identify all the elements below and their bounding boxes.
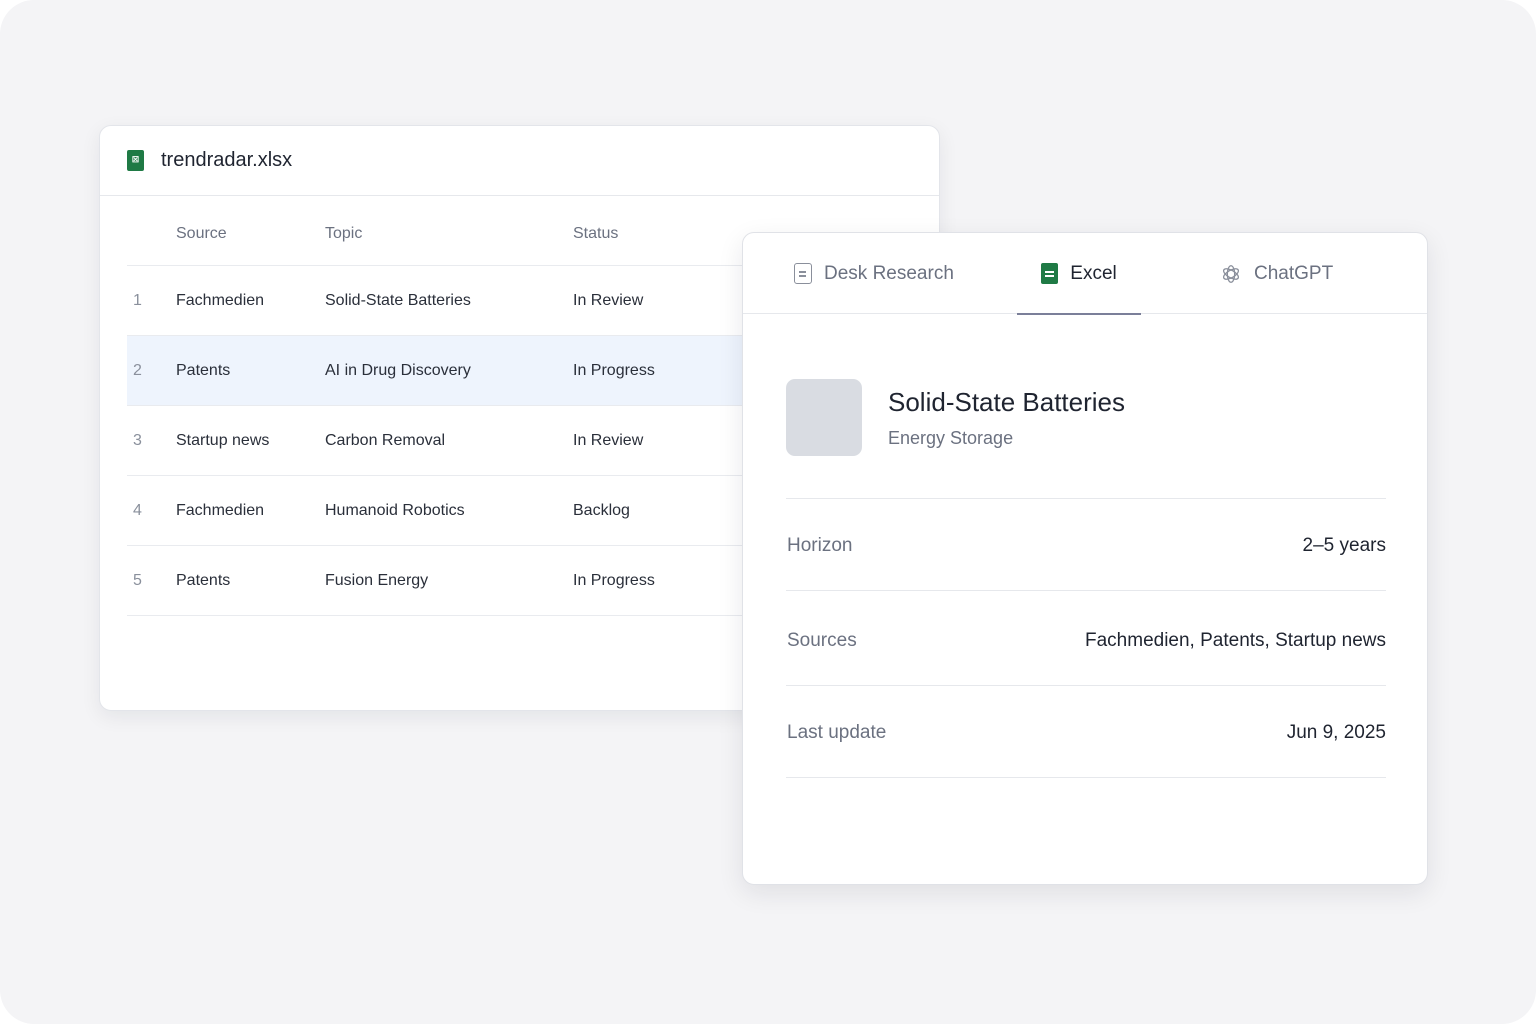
cell-source[interactable]: Startup news [176, 432, 269, 450]
field-label: Sources [787, 630, 857, 651]
tab-label: Desk Research [824, 262, 954, 284]
topic-title: Solid-State Batteries [888, 387, 1126, 417]
tab-label: Excel [1070, 262, 1117, 284]
cell-status[interactable]: In Progress [573, 572, 655, 590]
document-icon [794, 263, 812, 284]
cell-topic[interactable]: Carbon Removal [325, 432, 445, 450]
cell-source[interactable]: Patents [176, 572, 230, 590]
spreadsheet-filename: trendradar.xlsx [161, 149, 293, 171]
topic-summary: Solid-State Batteries Energy Storage [786, 379, 1386, 499]
column-header-topic[interactable]: Topic [325, 225, 362, 243]
cell-topic[interactable]: AI in Drug Discovery [325, 362, 471, 380]
tab-chatgpt[interactable]: ChatGPT [1220, 233, 1333, 314]
tab-excel[interactable]: Excel [1017, 233, 1141, 315]
cell-source[interactable]: Fachmedien [176, 502, 264, 520]
field-value: Fachmedien, Patents, Startup news [1085, 630, 1386, 651]
topic-category: Energy Storage [888, 428, 1014, 448]
cell-status[interactable]: In Review [573, 292, 643, 310]
field-value: 2–5 years [1302, 535, 1386, 556]
cell-status[interactable]: Backlog [573, 502, 630, 520]
field-horizon: Horizon 2–5 years [786, 499, 1386, 591]
field-label: Horizon [787, 535, 853, 556]
active-tab-indicator [1017, 313, 1141, 315]
cell-source[interactable]: Patents [176, 362, 230, 380]
cell-topic[interactable]: Humanoid Robotics [325, 502, 465, 520]
canvas-background: ⊠ trendradar.xlsx Source Topic Status 1 … [0, 0, 1536, 1024]
cell-topic[interactable]: Solid-State Batteries [325, 292, 471, 310]
row-number: 3 [133, 432, 142, 449]
source-tab-bar: Desk Research Excel ChatGPT [743, 233, 1427, 315]
field-last-update: Last update Jun 9, 2025 [786, 686, 1386, 778]
spreadsheet-file-icon: ⊠ [127, 150, 144, 171]
excel-sheet-icon [1041, 263, 1059, 284]
cell-status[interactable]: In Review [573, 432, 643, 450]
cell-source[interactable]: Fachmedien [176, 292, 264, 310]
cell-topic[interactable]: Fusion Energy [325, 572, 428, 590]
column-header-source[interactable]: Source [176, 225, 227, 243]
cell-status[interactable]: In Progress [573, 362, 655, 380]
field-value: Jun 9, 2025 [1286, 722, 1386, 743]
row-number: 5 [133, 572, 142, 589]
tab-desk-research[interactable]: Desk Research [794, 233, 954, 314]
row-number: 2 [133, 362, 142, 379]
topic-detail-card: Desk Research Excel ChatGPT Solid-State … [742, 232, 1428, 885]
field-label: Last update [787, 722, 887, 743]
tab-label: ChatGPT [1254, 262, 1334, 284]
column-header-status[interactable]: Status [573, 225, 618, 243]
row-number: 4 [133, 502, 142, 519]
chatgpt-icon [1222, 264, 1240, 283]
field-sources: Sources Fachmedien, Patents, Startup new… [786, 594, 1386, 686]
row-number: 1 [133, 292, 142, 309]
topic-thumbnail [786, 379, 862, 456]
spreadsheet-header: ⊠ trendradar.xlsx [100, 126, 939, 196]
